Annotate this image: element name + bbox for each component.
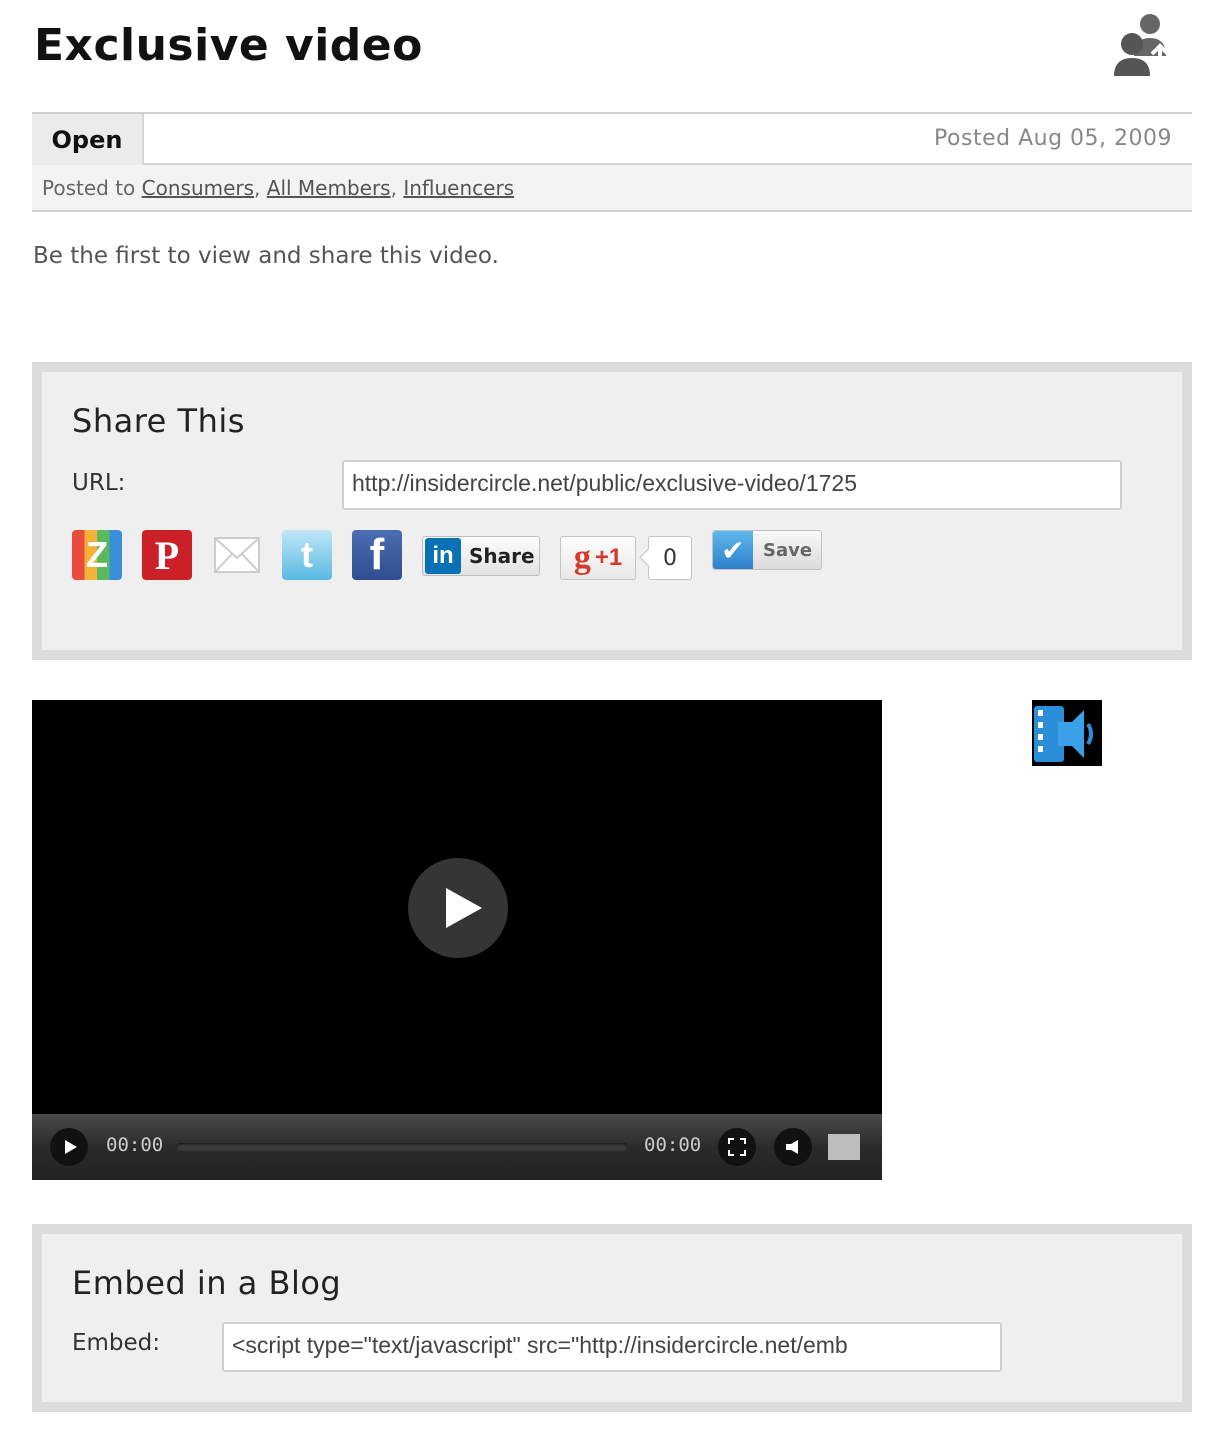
duration: 00:00	[644, 1134, 702, 1156]
current-time: 00:00	[106, 1134, 164, 1156]
save-label: Save	[763, 539, 813, 561]
intro-text: Be the first to view and share this vide…	[33, 243, 499, 269]
video-player[interactable]: 00:00 00:00	[32, 700, 882, 1180]
checkmark-icon: ✔	[713, 531, 753, 569]
google-g-icon: g	[573, 539, 591, 576]
video-controls: 00:00 00:00	[32, 1114, 882, 1180]
embed-title: Embed in a Blog	[72, 1264, 342, 1302]
email-icon	[214, 537, 260, 573]
fullscreen-button[interactable]	[718, 1128, 756, 1166]
linkedin-share-button[interactable]: in Share	[422, 536, 540, 576]
video-speaker-icon[interactable]	[1032, 700, 1102, 766]
plus-one-count: 0	[648, 536, 692, 580]
posted-date: Posted Aug 05, 2009	[934, 126, 1172, 151]
speaker-icon	[786, 1140, 798, 1154]
linkedin-icon: in	[425, 538, 461, 574]
status-bar: Open Posted Aug 05, 2009 Posted to Consu…	[32, 112, 1192, 212]
linkedin-share-label: Share	[469, 544, 535, 568]
twitter-button[interactable]: t	[282, 530, 332, 580]
people-share-icon[interactable]	[1110, 10, 1182, 82]
posted-to: Posted to Consumers, All Members, Influe…	[42, 176, 515, 200]
page-title: Exclusive video	[34, 20, 423, 71]
url-label: URL:	[72, 470, 126, 496]
share-title: Share This	[72, 402, 245, 440]
embed-panel: Embed in a Blog Embed: <script type="tex…	[32, 1224, 1192, 1412]
zootool-button[interactable]: Z	[72, 530, 122, 580]
play-button[interactable]	[50, 1128, 88, 1166]
status-row: Open Posted Aug 05, 2009	[32, 114, 1192, 165]
group-link-influencers[interactable]: Influencers	[403, 176, 514, 200]
group-link-consumers[interactable]: Consumers	[142, 176, 254, 200]
embed-code-field[interactable]: <script type="text/javascript" src="http…	[222, 1322, 1002, 1372]
url-field[interactable]: http://insidercircle.net/public/exclusiv…	[342, 460, 1122, 510]
progress-scrubber[interactable]	[176, 1143, 628, 1151]
posted-to-prefix: Posted to	[42, 176, 136, 200]
email-button[interactable]	[212, 530, 262, 580]
facebook-button[interactable]: f	[352, 530, 402, 580]
status-badge: Open	[32, 114, 144, 165]
volume-slider[interactable]	[828, 1134, 860, 1160]
embed-label: Embed:	[72, 1330, 161, 1356]
google-plus-one-button[interactable]: g +1	[560, 536, 636, 580]
big-play-button[interactable]	[408, 858, 508, 958]
plus-one-label: +1	[594, 544, 623, 571]
share-panel: Share This URL: http://insidercircle.net…	[32, 362, 1192, 660]
save-button[interactable]: ✔ Save	[712, 530, 822, 570]
mute-button[interactable]	[774, 1128, 812, 1166]
fullscreen-icon	[728, 1138, 746, 1156]
pinterest-button[interactable]: P	[142, 530, 192, 580]
group-link-all-members[interactable]: All Members	[267, 176, 391, 200]
